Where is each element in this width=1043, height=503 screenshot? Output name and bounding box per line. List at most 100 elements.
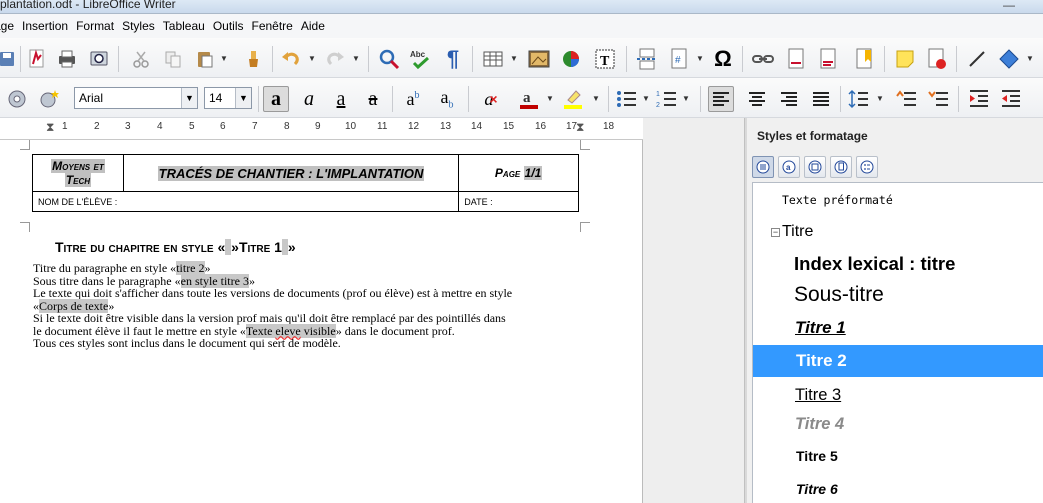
chapter-title-end-quote: » <box>287 239 296 255</box>
bookmark-icon[interactable] <box>852 46 878 72</box>
page-styles-icon[interactable] <box>830 156 852 178</box>
ruler-label: 5 <box>189 121 195 132</box>
menu-affichage[interactable]: age <box>0 19 14 33</box>
decrease-indent-icon[interactable] <box>998 86 1024 112</box>
insert-image-icon[interactable] <box>526 46 552 72</box>
date-cell[interactable]: DATE : <box>458 191 579 212</box>
styles-panel-title: Styles et formatage <box>757 129 868 143</box>
export-pdf-icon[interactable] <box>24 46 50 72</box>
menu-fenetre[interactable]: Fenêtre <box>252 19 293 33</box>
basic-shapes-icon[interactable] <box>996 46 1022 72</box>
align-right-icon[interactable] <box>776 86 802 112</box>
insert-field-icon[interactable]: # <box>666 46 692 72</box>
style-item-titre-1[interactable]: Titre 1 <box>753 316 1043 340</box>
insert-chart-icon[interactable] <box>558 46 584 72</box>
save-icon[interactable] <box>0 46 20 72</box>
style-item-index-lexical-titre[interactable]: Index lexical : titre <box>753 252 1043 276</box>
menu-format[interactable]: Format <box>76 19 114 33</box>
insert-textbox-icon[interactable]: T <box>592 46 618 72</box>
document-page[interactable]: Moyens et Tech TRACÉS DE CHANTIER : L'IM… <box>0 140 643 503</box>
bold-icon[interactable]: a <box>263 86 289 112</box>
ruler-label: 1 <box>62 121 68 132</box>
decrease-paragraph-spacing-icon[interactable] <box>926 86 952 112</box>
ordered-list-icon[interactable]: 12 <box>654 86 680 112</box>
unordered-list-icon[interactable] <box>614 86 640 112</box>
left-indent-marker-icon[interactable]: ⧗ <box>46 120 54 135</box>
print-preview-icon[interactable] <box>86 46 112 72</box>
style-item-titre-2[interactable]: Titre 2 <box>753 345 1043 377</box>
header-cell-title[interactable]: TRACÉS DE CHANTIER : L'IMPLANTATION <box>122 154 460 192</box>
font-color-icon[interactable]: a <box>516 86 542 112</box>
font-name-dropdown-icon[interactable]: ▼ <box>181 88 197 108</box>
track-changes-icon[interactable] <box>924 46 950 72</box>
align-center-icon[interactable] <box>744 86 770 112</box>
ruler-label: 11 <box>377 121 388 132</box>
menu-insertion[interactable]: Insertion <box>22 19 68 33</box>
header-cell-page[interactable]: Page 1/1 <box>458 154 579 192</box>
right-indent-marker-icon[interactable]: ⧗ <box>576 120 584 135</box>
menu-outils[interactable]: Outils <box>213 19 244 33</box>
cut-icon[interactable] <box>128 46 154 72</box>
text-run: » <box>204 261 211 275</box>
paragraph-styles-icon[interactable] <box>752 156 774 178</box>
character-styles-icon[interactable]: a <box>778 156 800 178</box>
draw-line-icon[interactable] <box>964 46 990 72</box>
line-spacing-icon[interactable] <box>846 86 872 112</box>
style-item-titre-6[interactable]: Titre 6 <box>753 478 1043 500</box>
student-name-cell[interactable]: NOM DE L'ÉLÈVE : <box>31 191 460 212</box>
increase-paragraph-spacing-icon[interactable] <box>894 86 920 112</box>
justify-icon[interactable] <box>808 86 834 112</box>
find-replace-icon[interactable] <box>376 46 402 72</box>
font-size-box[interactable]: 14 ▼ <box>204 87 252 109</box>
print-icon[interactable] <box>54 46 80 72</box>
comment-icon[interactable] <box>816 46 842 72</box>
collapse-icon[interactable]: − <box>771 228 780 237</box>
align-left-icon[interactable] <box>708 86 734 112</box>
style-item-sous-titre[interactable]: Sous-titre <box>753 281 1043 309</box>
menu-aide[interactable]: Aide <box>301 19 325 33</box>
list-styles-icon[interactable] <box>856 156 878 178</box>
chapter-title[interactable]: Titre du chapitre en style « »Titre 1 » <box>55 239 296 255</box>
paste-icon[interactable] <box>192 46 218 72</box>
clear-formatting-icon[interactable]: a × <box>478 86 504 112</box>
redo-icon[interactable] <box>322 46 348 72</box>
student-name-label: NOM DE L'ÉLÈVE : <box>38 196 118 207</box>
ruler-label: 13 <box>440 121 452 132</box>
horizontal-ruler[interactable]: ⧗ ⧗ 1 2 3 4 5 6 7 8 9 10 11 12 13 14 15 … <box>0 118 643 140</box>
body-text[interactable]: Titre du paragraphe en style «titre 2» S… <box>33 261 593 350</box>
italic-icon[interactable]: a <box>296 86 322 112</box>
underline-icon[interactable]: a <box>328 86 354 112</box>
copy-icon[interactable] <box>160 46 186 72</box>
style-item-texte-preformate[interactable]: Texte préformaté <box>753 191 1043 209</box>
insert-page-break-icon[interactable] <box>634 46 660 72</box>
hyperlink-icon[interactable] <box>750 46 776 72</box>
clone-formatting-icon[interactable] <box>240 46 266 72</box>
style-item-titre-4[interactable]: Titre 4 <box>753 412 1043 436</box>
undo-icon[interactable] <box>278 46 304 72</box>
special-character-icon[interactable]: Ω <box>710 46 736 72</box>
note-icon[interactable] <box>892 46 918 72</box>
subscript-icon[interactable]: ab <box>434 86 460 112</box>
increase-indent-icon[interactable] <box>966 86 992 112</box>
menu-tableau[interactable]: Tableau <box>163 19 205 33</box>
frame-styles-icon[interactable] <box>804 156 826 178</box>
minimize-button[interactable]: — <box>996 0 1022 12</box>
spellcheck-icon[interactable]: Abc <box>408 46 434 72</box>
menu-styles[interactable]: Styles <box>122 19 155 33</box>
style-item-titre-3[interactable]: Titre 3 <box>753 383 1043 407</box>
font-name-box[interactable]: Arial ▼ <box>74 87 198 109</box>
strikethrough-icon[interactable]: a <box>360 86 386 112</box>
styles-list[interactable]: Texte préformaté − Titre Index lexical :… <box>752 182 1043 503</box>
formatting-marks-icon[interactable]: ¶ <box>440 46 466 72</box>
highlight-color-icon[interactable] <box>560 86 586 112</box>
header-moyens-line1: Moyens et <box>51 159 105 173</box>
header-cell-moyens[interactable]: Moyens et Tech <box>32 154 124 192</box>
style-item-titre[interactable]: − Titre <box>753 221 1043 243</box>
footnote-icon[interactable] <box>784 46 810 72</box>
style-item-titre-5[interactable]: Titre 5 <box>753 445 1043 467</box>
insert-table-icon[interactable] <box>480 46 506 72</box>
styles-gear-icon[interactable] <box>4 86 30 112</box>
font-size-dropdown-icon[interactable]: ▼ <box>235 88 251 108</box>
new-style-icon[interactable] <box>36 86 62 112</box>
superscript-icon[interactable]: ab <box>400 86 426 112</box>
